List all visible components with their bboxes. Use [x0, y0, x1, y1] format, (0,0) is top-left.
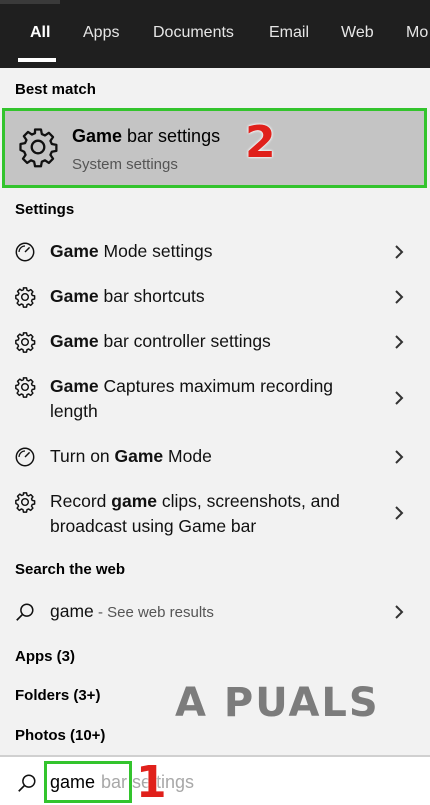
step-number-2: 2: [245, 117, 276, 168]
tab-web[interactable]: Web: [341, 24, 374, 42]
settings-item-label: Game Mode settings: [50, 241, 213, 261]
gear-icon: [15, 332, 36, 353]
settings-item-game-captures[interactable]: Game Captures maximum recording length: [0, 373, 430, 428]
game-mode-icon: [15, 447, 35, 467]
game-mode-icon: [15, 242, 35, 262]
chevron-right-icon: [395, 506, 404, 520]
chevron-right-icon: [395, 391, 404, 405]
settings-item-record-game-clips[interactable]: Record game clips, screenshots, and broa…: [0, 488, 430, 543]
search-box[interactable]: game bar settings 1: [0, 755, 430, 805]
settings-item-label: Game bar shortcuts: [50, 286, 205, 306]
settings-item-label: Game Captures maximum recording length: [50, 376, 334, 421]
best-match-result[interactable]: Game bar settings System settings 2: [2, 108, 427, 188]
gear-icon: [15, 377, 36, 398]
search-input-text[interactable]: game: [50, 772, 95, 793]
chevron-right-icon: [395, 290, 404, 304]
settings-header: Settings: [15, 201, 75, 218]
tab-email[interactable]: Email: [269, 24, 309, 42]
chevron-right-icon: [395, 335, 404, 349]
best-match-title: Game bar settings: [72, 126, 221, 146]
search-filter-tabs: All Apps Documents Email Web Mo: [0, 0, 430, 68]
web-result-game[interactable]: game - See web results: [0, 598, 430, 628]
best-match-header: Best match: [15, 81, 96, 98]
watermark-logo: A PUALS: [175, 680, 380, 726]
top-strip: [0, 0, 60, 4]
settings-item-label: Record game clips, screenshots, and broa…: [50, 491, 340, 536]
category-folders[interactable]: Folders (3+): [15, 687, 100, 704]
settings-item-game-mode[interactable]: Game Mode settings: [0, 238, 430, 268]
settings-item-label: Turn on Game Mode: [50, 446, 212, 466]
settings-item-label: Game bar controller settings: [50, 331, 271, 351]
best-match-subtitle: System settings: [72, 156, 178, 173]
category-apps[interactable]: Apps (3): [15, 648, 75, 665]
gear-icon: [15, 492, 36, 513]
chevron-right-icon: [395, 450, 404, 464]
active-tab-indicator: [18, 58, 56, 62]
web-result-label: game - See web results: [50, 601, 214, 621]
gear-icon: [19, 128, 58, 168]
settings-item-game-bar-controller[interactable]: Game bar controller settings: [0, 328, 430, 358]
chevron-right-icon: [395, 605, 404, 619]
gear-icon: [15, 287, 36, 308]
settings-item-turn-on-game-mode[interactable]: Turn on Game Mode: [0, 443, 430, 473]
tab-more[interactable]: Mo: [406, 24, 428, 42]
settings-item-game-bar-shortcuts[interactable]: Game bar shortcuts: [0, 283, 430, 313]
tab-all[interactable]: All: [30, 24, 50, 42]
step-number-1: 1: [136, 757, 167, 805]
tab-documents[interactable]: Documents: [153, 24, 234, 42]
tab-apps[interactable]: Apps: [83, 24, 119, 42]
search-web-header: Search the web: [15, 561, 126, 578]
chevron-right-icon: [395, 245, 404, 259]
search-icon: [18, 774, 36, 792]
search-icon: [16, 603, 34, 621]
category-photos[interactable]: Photos (10+): [15, 727, 105, 744]
